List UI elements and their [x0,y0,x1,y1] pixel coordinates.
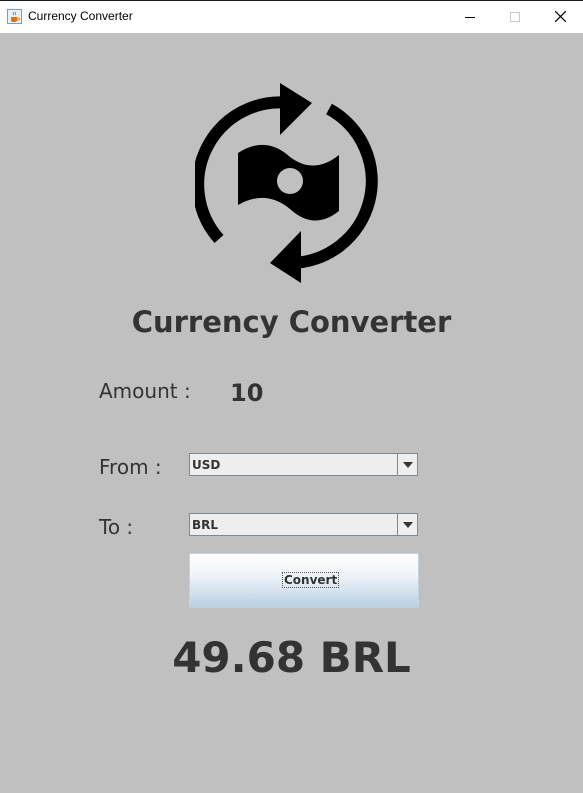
app-window: Currency Converter Currency Converter Am… [0,0,583,793]
java-coffee-cup-icon [7,9,22,24]
maximize-icon [509,11,520,22]
convert-button[interactable]: Convert [189,553,419,608]
page-title: Currency Converter [131,305,452,339]
minimize-button[interactable] [447,1,492,32]
convert-button-label: Convert [282,572,340,588]
to-label: To : [99,515,134,539]
title-bar[interactable]: Currency Converter [0,1,583,33]
close-icon [555,11,566,22]
from-currency-value: USD [192,458,221,472]
amount-field[interactable]: 10 [230,379,263,407]
amount-label: Amount : [99,379,191,403]
chevron-down-icon [402,521,413,528]
conversion-result: 49.68 BRL [172,633,411,682]
from-currency-select[interactable]: USD [189,453,418,476]
maximize-button[interactable] [492,1,537,32]
close-button[interactable] [538,1,583,32]
currency-exchange-icon [195,83,378,283]
to-currency-select[interactable]: BRL [189,513,418,536]
minimize-icon [464,16,475,18]
chevron-down-icon [402,461,413,468]
from-label: From : [99,455,162,479]
window-title: Currency Converter [28,9,133,23]
from-dropdown-button[interactable] [397,454,417,475]
to-dropdown-button[interactable] [397,514,417,535]
to-currency-value: BRL [192,518,219,532]
